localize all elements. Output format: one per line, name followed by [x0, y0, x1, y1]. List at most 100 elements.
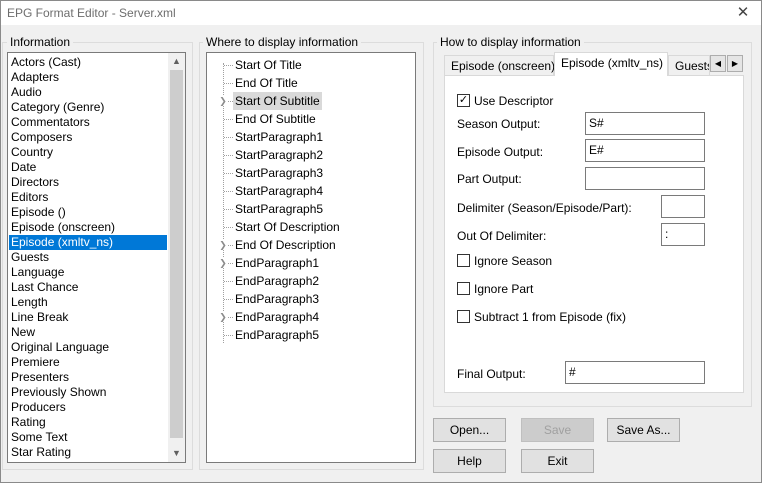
- ignore-part-checkbox[interactable]: [457, 282, 470, 295]
- tree-item[interactable]: Start Of Title: [233, 56, 304, 74]
- tree-connector: [224, 155, 233, 156]
- expand-arrow-icon[interactable]: ❯: [218, 240, 228, 250]
- information-list-item[interactable]: Original Language: [9, 340, 167, 355]
- close-icon[interactable]: ✕: [729, 1, 757, 25]
- expand-arrow-icon[interactable]: ❯: [218, 96, 228, 106]
- tree-item[interactable]: StartParagraph4: [233, 182, 325, 200]
- out-of-delimiter-label: Out Of Delimiter:: [457, 229, 547, 243]
- tree-connector: [224, 83, 233, 84]
- information-list-item[interactable]: Category (Genre): [9, 100, 167, 115]
- information-list-item[interactable]: Actors (Cast): [9, 55, 167, 70]
- information-list-item[interactable]: Last Chance: [9, 280, 167, 295]
- information-list-item[interactable]: Episode (xmltv_ns): [9, 235, 167, 250]
- information-listbox[interactable]: ▲ ▼ Actors (Cast) Adapters Audio Category (…: [7, 52, 186, 463]
- subtract-one-label: Subtract 1 from Episode (fix): [474, 310, 627, 324]
- information-list-item[interactable]: Episode (onscreen): [9, 220, 167, 235]
- information-list-item[interactable]: Producers: [9, 400, 167, 415]
- tab-panel-episode-xmltv-ns: ✓ Use Descriptor Season Output: S# Episo…: [444, 75, 744, 393]
- information-list-item[interactable]: Presenters: [9, 370, 167, 385]
- tab-episode-onscreen[interactable]: Episode (onscreen): [444, 55, 555, 77]
- information-list-item[interactable]: Editors: [9, 190, 167, 205]
- ignore-season-checkbox[interactable]: [457, 254, 470, 267]
- exit-button[interactable]: Exit: [521, 449, 594, 473]
- help-button[interactable]: Help: [433, 449, 506, 473]
- information-list-item[interactable]: Premiere: [9, 355, 167, 370]
- delimiter-field[interactable]: [661, 195, 705, 218]
- save-as-button[interactable]: Save As...: [607, 418, 680, 442]
- final-output-label: Final Output:: [457, 367, 526, 381]
- information-list-item[interactable]: Star Rating: [9, 445, 167, 460]
- out-of-delimiter-field[interactable]: :: [661, 223, 705, 246]
- information-list-item[interactable]: Rating: [9, 415, 167, 430]
- use-descriptor-label: Use Descriptor: [474, 94, 554, 108]
- information-list-item[interactable]: Country: [9, 145, 167, 160]
- tree-connector: [224, 281, 233, 282]
- delimiter-label: Delimiter (Season/Episode/Part):: [457, 201, 632, 215]
- information-list-item[interactable]: Guests: [9, 250, 167, 265]
- part-output-label: Part Output:: [457, 172, 522, 186]
- information-list-item[interactable]: Some Text: [9, 430, 167, 445]
- tree-item[interactable]: End Of Title: [233, 74, 300, 92]
- tree-connector: [224, 173, 233, 174]
- how-group-title: How to display information: [437, 35, 584, 49]
- tab-episode-xmltv-ns[interactable]: Episode (xmltv_ns): [554, 52, 668, 76]
- use-descriptor-checkbox[interactable]: ✓: [457, 94, 470, 107]
- part-output-field[interactable]: [585, 167, 705, 190]
- expand-arrow-icon[interactable]: ❯: [218, 258, 228, 268]
- tree-item[interactable]: End Of Subtitle: [233, 110, 318, 128]
- tree-item[interactable]: StartParagraph5: [233, 200, 325, 218]
- tree-item[interactable]: EndParagraph2: [233, 272, 321, 290]
- scroll-up-icon[interactable]: ▲: [168, 53, 185, 70]
- season-output-label: Season Output:: [457, 117, 541, 131]
- tree-item[interactable]: Start Of Subtitle: [233, 92, 322, 110]
- tree-connector: [224, 299, 233, 300]
- information-list-item[interactable]: Date: [9, 160, 167, 175]
- information-list-item[interactable]: Length: [9, 295, 167, 310]
- open-button[interactable]: Open...: [433, 418, 506, 442]
- information-list-item[interactable]: Language: [9, 265, 167, 280]
- window-title: EPG Format Editor - Server.xml: [7, 6, 176, 20]
- tree-item[interactable]: StartParagraph1: [233, 128, 325, 146]
- title-bar: EPG Format Editor - Server.xml ✕: [1, 1, 761, 25]
- tree-connector: [224, 209, 233, 210]
- tree-item[interactable]: StartParagraph3: [233, 164, 325, 182]
- ignore-part-label: Ignore Part: [474, 282, 534, 296]
- episode-output-field[interactable]: E#: [585, 139, 705, 162]
- episode-output-label: Episode Output:: [457, 145, 544, 159]
- information-list-item[interactable]: Directors: [9, 175, 167, 190]
- expand-arrow-icon[interactable]: ❯: [218, 312, 228, 322]
- tab-scroll-left-icon[interactable]: ◀: [710, 55, 726, 72]
- information-list-item[interactable]: Composers: [9, 130, 167, 145]
- tree-connector: [224, 191, 233, 192]
- tab-scroll-right-icon[interactable]: ▶: [727, 55, 743, 72]
- final-output-field[interactable]: #: [565, 361, 705, 384]
- tree-item[interactable]: End Of Description: [233, 236, 338, 254]
- save-button[interactable]: Save: [521, 418, 594, 442]
- tree-connector: [224, 65, 233, 66]
- tree-item[interactable]: EndParagraph3: [233, 290, 321, 308]
- tree-connector: [224, 335, 233, 336]
- information-list-item[interactable]: Previously Shown: [9, 385, 167, 400]
- tree-connector: [224, 137, 233, 138]
- tree-item[interactable]: EndParagraph4: [233, 308, 321, 326]
- subtract-one-checkbox[interactable]: [457, 310, 470, 323]
- information-list-item[interactable]: Episode (): [9, 205, 167, 220]
- information-list-item[interactable]: Line Break: [9, 310, 167, 325]
- tree-item[interactable]: EndParagraph1: [233, 254, 321, 272]
- information-group-title: Information: [7, 35, 74, 49]
- tree-item[interactable]: StartParagraph2: [233, 146, 325, 164]
- season-output-field[interactable]: S#: [585, 112, 705, 135]
- scroll-down-icon[interactable]: ▼: [168, 445, 185, 462]
- information-list-item[interactable]: Adapters: [9, 70, 167, 85]
- tree-item[interactable]: EndParagraph5: [233, 326, 321, 344]
- tree-item[interactable]: Start Of Description: [233, 218, 342, 236]
- information-list-item[interactable]: Commentators: [9, 115, 167, 130]
- where-treeview[interactable]: Start Of Title End Of Title ❯ Start Of Subt…: [206, 52, 416, 463]
- scroll-thumb[interactable]: [170, 70, 183, 438]
- ignore-season-label: Ignore Season: [474, 254, 553, 268]
- tab-guests[interactable]: Guests: [668, 55, 710, 77]
- information-scrollbar[interactable]: ▲ ▼: [168, 53, 185, 462]
- information-list-item[interactable]: New: [9, 325, 167, 340]
- tree-connector: [224, 119, 233, 120]
- information-list-item[interactable]: Audio: [9, 85, 167, 100]
